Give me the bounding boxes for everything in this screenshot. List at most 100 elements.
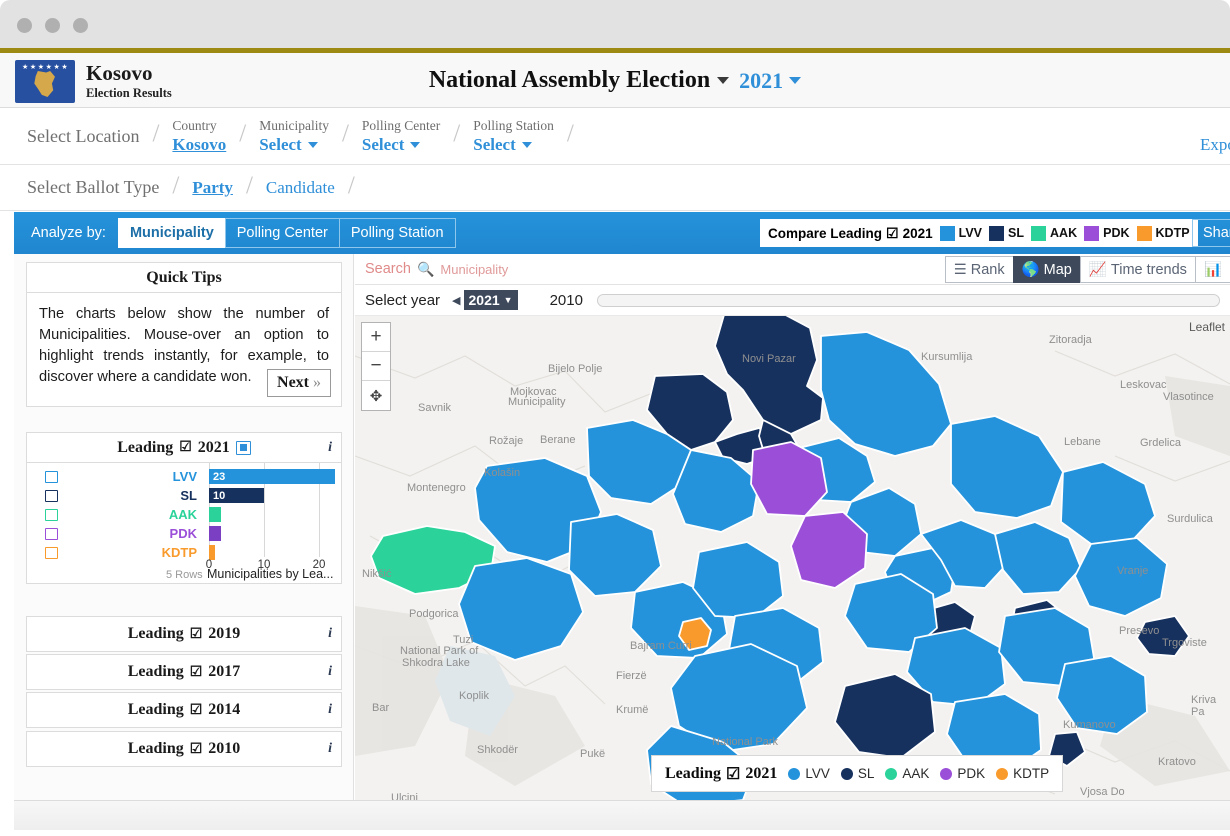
view-tab-group: ☰ Rank 🌎 Map 📈 Time trends 📊	[944, 256, 1230, 283]
election-year-label: 2021	[739, 67, 784, 93]
breadcrumb-polling-station[interactable]: Polling Station Select	[473, 117, 554, 155]
chart-row-pdk[interactable]: PDK	[27, 524, 341, 543]
breadcrumb-separator: /	[453, 120, 461, 147]
line-chart-icon: 📈	[1088, 262, 1107, 278]
map-legend-item-kdtp[interactable]: KDTP	[996, 766, 1049, 781]
check-icon: ☑	[189, 664, 203, 680]
leading-2014-card[interactable]: Leading ☑ 2014 i	[26, 692, 342, 728]
chart-bar-aak	[209, 507, 221, 522]
breadcrumb-municipality[interactable]: Municipality Select	[259, 117, 329, 155]
ballot-type-candidate[interactable]: Candidate	[266, 178, 335, 198]
info-icon[interactable]: i	[328, 741, 332, 757]
map-svg	[355, 316, 1230, 800]
chart-row-lvv[interactable]: LVV 23	[27, 467, 341, 486]
ballot-type-party[interactable]: Party	[192, 178, 233, 198]
window-close-button[interactable]	[17, 18, 32, 33]
search-icon: 🔍	[416, 260, 435, 277]
chart-bar-kdtp	[209, 545, 215, 560]
fullscreen-button[interactable]: ✥	[362, 381, 390, 410]
series-toggle-icon-aak[interactable]	[45, 508, 58, 521]
legend-item-sl[interactable]: SL	[989, 225, 1024, 241]
export-link[interactable]: Export	[1200, 135, 1230, 155]
tab-municipality[interactable]: Municipality	[117, 218, 226, 248]
breadcrumb-country[interactable]: Country Kosovo	[172, 117, 226, 155]
zoom-in-button[interactable]: +	[362, 323, 390, 352]
breadcrumb-country-value: Kosovo	[172, 135, 227, 154]
breadcrumb-polling-center[interactable]: Polling Center Select	[362, 117, 440, 155]
map-legend-label-pdk: PDK	[957, 766, 986, 781]
map-legend-item-pdk[interactable]: PDK	[940, 766, 985, 781]
tab-map[interactable]: 🌎 Map	[1012, 256, 1081, 283]
compare-leading-year: 2021	[902, 225, 933, 241]
share-button[interactable]: Share	[1192, 219, 1230, 247]
series-toggle-icon-lvv[interactable]	[45, 470, 58, 483]
prev-arrow-icon[interactable]: ◀	[452, 294, 460, 307]
map-legend-item-sl[interactable]: SL	[840, 766, 874, 781]
leading-2019-year: 2019	[208, 625, 241, 642]
legend-item-aak[interactable]: AAK	[1031, 225, 1077, 241]
compare-leading-title[interactable]: Compare Leading ☑ 2021	[768, 225, 933, 242]
breadcrumb-polling-station-label: Polling Station	[473, 118, 554, 133]
map-legend-dot-aak	[885, 767, 898, 780]
flag-stars: ★★★★★★	[22, 64, 70, 71]
leaflet-attribution[interactable]: Leaflet	[1189, 320, 1225, 334]
legend-label-lvv: LVV	[958, 226, 983, 240]
tab-polling-center[interactable]: Polling Center	[224, 218, 340, 248]
election-type-dropdown[interactable]: National Assembly Election	[429, 67, 730, 94]
chart-row-aak[interactable]: AAK	[27, 505, 341, 524]
tab-bar-chart[interactable]: 📊	[1194, 256, 1230, 283]
legend-item-pdk[interactable]: PDK	[1084, 225, 1130, 241]
series-toggle-icon-sl[interactable]	[45, 489, 58, 502]
legend-item-kdtp[interactable]: KDTP	[1136, 225, 1190, 241]
leading-2019-card[interactable]: Leading ☑ 2019 i	[26, 616, 342, 652]
info-icon[interactable]: i	[328, 626, 332, 642]
brand-text: Kosovo Election Results	[86, 62, 172, 101]
status-bar	[14, 800, 1230, 830]
breadcrumb-separator: /	[239, 120, 247, 147]
search-label: Search	[365, 261, 411, 277]
map-legend-title: Leading ☑ 2021	[665, 764, 777, 784]
election-year-dropdown[interactable]: 2021	[739, 67, 802, 94]
info-icon[interactable]: i	[328, 702, 332, 718]
map-legend-label-aak: AAK	[902, 766, 930, 781]
year-dropdown[interactable]: 2021 ▼	[463, 290, 518, 310]
year-min-label: 2010	[549, 291, 583, 309]
legend-item-lvv[interactable]: LVV	[939, 225, 983, 241]
series-toggle-icon-pdk[interactable]	[45, 527, 58, 540]
series-toggle-icon-kdtp[interactable]	[45, 546, 58, 559]
breadcrumb-separator: /	[172, 171, 180, 199]
breadcrumb-polling-center-text: Select	[361, 135, 405, 154]
leading-2010-card[interactable]: Leading ☑ 2010 i	[26, 731, 342, 767]
breadcrumb-polling-station-value: Select	[473, 134, 532, 155]
compare-leading-label: Compare Leading	[768, 225, 883, 241]
select-ballot-type-label: Select Ballot Type	[27, 177, 160, 197]
breadcrumb-separator: /	[566, 120, 574, 147]
tab-rank[interactable]: ☰ Rank	[944, 256, 1014, 283]
window-minimize-button[interactable]	[45, 18, 60, 33]
info-icon[interactable]: i	[328, 664, 332, 680]
info-icon[interactable]: i	[328, 440, 332, 456]
tab-polling-station[interactable]: Polling Station	[338, 218, 456, 248]
search-box[interactable]: Search 🔍 Municipality	[365, 261, 508, 278]
check-icon: ☑	[189, 741, 203, 757]
year-selector-row: Select year ◀ 2021 ▼ 2010	[355, 285, 1230, 316]
year-slider[interactable]	[596, 293, 1220, 307]
map-legend-dot-pdk	[940, 767, 953, 780]
map-legend-item-aak[interactable]: AAK	[885, 766, 929, 781]
map-legend-item-lvv[interactable]: LVV	[788, 766, 830, 781]
map-canvas[interactable]: + − ✥ Leaflet Leading ☑ 2021 LVV SL AAK …	[355, 316, 1230, 800]
zoom-out-button[interactable]: −	[362, 352, 390, 381]
quick-tips-next-button[interactable]: Next »	[267, 369, 331, 397]
chart-row-kdtp[interactable]: KDTP	[27, 543, 341, 562]
window-titlebar	[0, 0, 1230, 48]
chart-row-sl[interactable]: SL 10	[27, 486, 341, 505]
map-legend-dot-kdtp	[996, 767, 1009, 780]
tab-time-trends[interactable]: 📈 Time trends	[1079, 256, 1196, 283]
chart-title-prefix: Leading	[117, 438, 174, 456]
window-maximize-button[interactable]	[73, 18, 88, 33]
chevron-down-icon	[307, 141, 318, 148]
leading-2017-card[interactable]: Leading ☑ 2017 i	[26, 654, 342, 690]
search-input[interactable]: Municipality	[440, 262, 508, 277]
legend-label-pdk: PDK	[1103, 226, 1130, 240]
copy-icon[interactable]	[235, 440, 251, 455]
